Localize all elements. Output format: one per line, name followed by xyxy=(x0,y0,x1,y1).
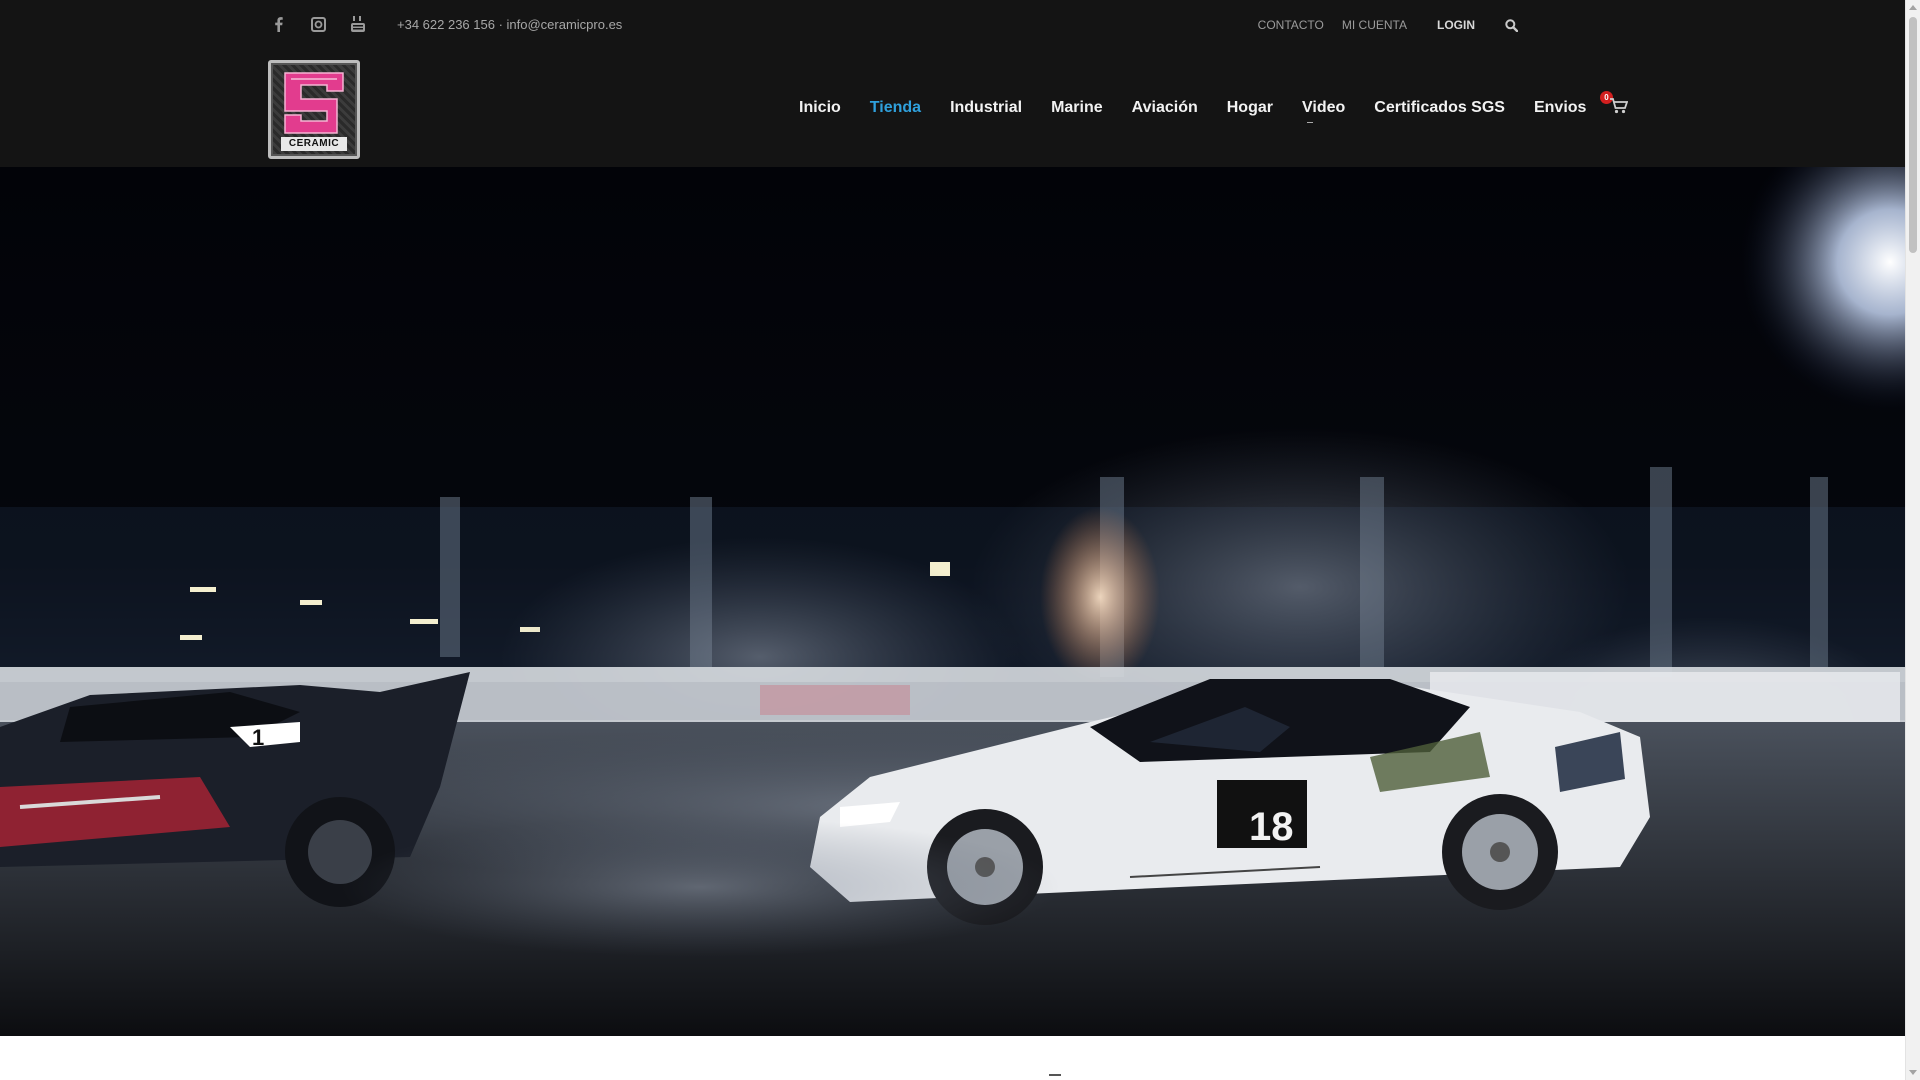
page-scrollbar[interactable] xyxy=(1905,0,1920,1080)
nav-marine[interactable]: Marine xyxy=(1051,99,1103,117)
nav-certificados-sgs[interactable]: Certificados SGS xyxy=(1374,99,1505,117)
site-logo[interactable]: CERAMIC xyxy=(268,60,360,159)
nav-tienda[interactable]: Tienda xyxy=(870,99,921,117)
instagram-icon[interactable] xyxy=(308,14,328,34)
nav-envios[interactable]: Envios xyxy=(1534,99,1586,117)
logo-text: CERAMIC xyxy=(281,137,347,151)
hero-video[interactable]: 1 18 xyxy=(0,167,1905,1036)
top-links: CONTACTO MI CUENTA LOGIN xyxy=(1258,18,1518,32)
mi-cuenta-link[interactable]: MI CUENTA xyxy=(1342,18,1407,32)
top-bar: +34 622 236 156 · info@ceramicpro.es CON… xyxy=(0,0,1905,49)
scroll-down-arrow-icon[interactable] xyxy=(1909,1070,1917,1075)
nav-industrial[interactable]: Industrial xyxy=(950,99,1022,117)
contacto-link[interactable]: CONTACTO xyxy=(1258,18,1324,32)
nav-video[interactable]: Video xyxy=(1302,99,1345,123)
cart-button[interactable]: 0 xyxy=(1600,91,1628,117)
left-car-number: 1 xyxy=(252,725,264,750)
below-fold-section xyxy=(0,1036,1905,1080)
cart-icon xyxy=(1610,98,1628,114)
scroll-up-arrow-icon[interactable] xyxy=(1909,5,1917,10)
main-nav: Inicio Tienda Industrial Marine Aviación… xyxy=(799,99,1615,123)
right-car-number: 18 xyxy=(1249,805,1294,849)
main-header: CERAMIC Inicio Tienda Industrial Marine … xyxy=(0,49,1905,167)
nav-hogar[interactable]: Hogar xyxy=(1227,99,1273,117)
search-icon[interactable] xyxy=(1505,18,1518,32)
login-link[interactable]: LOGIN xyxy=(1437,18,1475,32)
nav-aviacion[interactable]: Aviación xyxy=(1132,99,1198,117)
content-fragment xyxy=(1049,1074,1061,1076)
logo-mark-icon xyxy=(284,72,344,134)
social-links xyxy=(268,14,368,34)
hero-video-frame: 1 18 xyxy=(0,167,1905,1036)
youtube-icon[interactable] xyxy=(348,14,368,34)
facebook-icon[interactable] xyxy=(268,14,288,34)
scrollbar-thumb[interactable] xyxy=(1909,17,1917,253)
nav-inicio[interactable]: Inicio xyxy=(799,99,841,117)
contact-info: +34 622 236 156 · info@ceramicpro.es xyxy=(397,17,623,32)
page: +34 622 236 156 · info@ceramicpro.es CON… xyxy=(0,0,1920,1080)
